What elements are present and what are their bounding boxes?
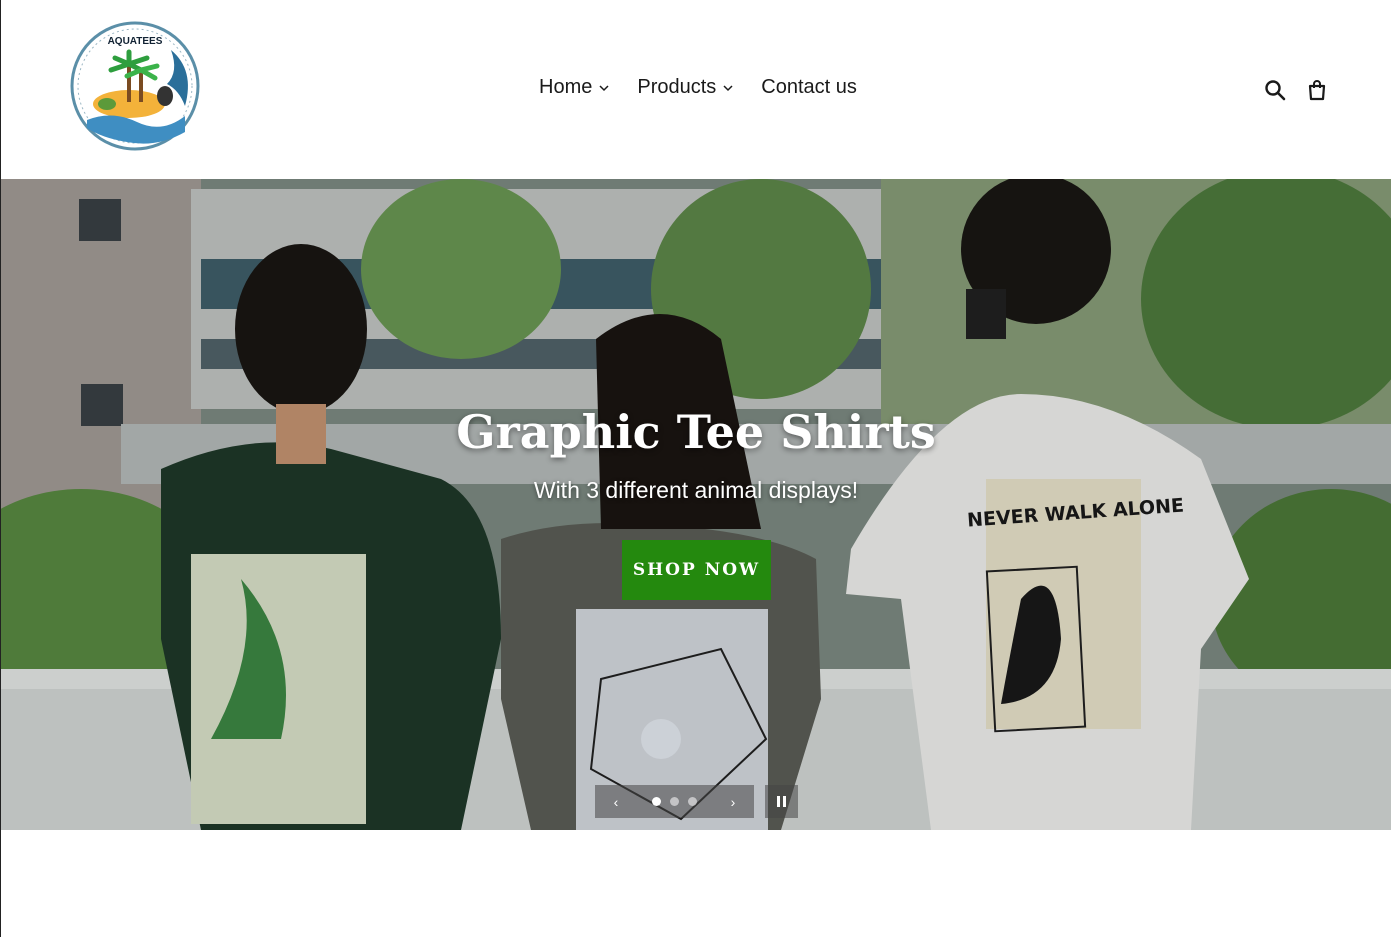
shop-now-button[interactable]: SHOP NOW bbox=[622, 540, 771, 600]
pause-slideshow-button[interactable] bbox=[765, 785, 798, 818]
slide-dot-1[interactable] bbox=[652, 797, 661, 806]
pause-icon bbox=[777, 796, 780, 807]
svg-text:AQUATEES: AQUATEES bbox=[108, 36, 163, 47]
site-header: AQUATEES Home Products Contact us bbox=[1, 0, 1391, 179]
nav-products-label: Products bbox=[637, 76, 717, 98]
cart-icon[interactable] bbox=[1305, 78, 1329, 102]
slide-dot-3[interactable] bbox=[688, 797, 697, 806]
nav-products[interactable]: Products bbox=[637, 76, 734, 99]
hero-title: Graphic Tee Shirts bbox=[456, 405, 936, 459]
slide-dot-2[interactable] bbox=[670, 797, 679, 806]
nav-home-label: Home bbox=[539, 76, 593, 98]
chevron-down-icon bbox=[723, 84, 733, 91]
store-logo[interactable]: AQUATEES bbox=[67, 20, 203, 152]
search-icon[interactable] bbox=[1263, 78, 1287, 102]
hero-subtitle: With 3 different animal displays! bbox=[533, 477, 859, 503]
hero-slideshow: NEVER WALK ALONE Graphic Tee Shirts With… bbox=[1, 179, 1391, 830]
slideshow-controls: ‹ › bbox=[595, 785, 754, 818]
nav-contact[interactable]: Contact us bbox=[761, 76, 857, 99]
previous-slide-icon[interactable]: ‹ bbox=[609, 794, 623, 810]
nav-home[interactable]: Home bbox=[539, 76, 610, 99]
hero-overlay bbox=[1, 179, 1391, 830]
nav-contact-label: Contact us bbox=[761, 76, 857, 98]
header-actions bbox=[1263, 78, 1329, 102]
next-slide-icon[interactable]: › bbox=[726, 794, 740, 810]
slide-dots bbox=[652, 797, 697, 806]
main-nav: Home Products Contact us bbox=[539, 76, 857, 99]
chevron-down-icon bbox=[599, 84, 609, 91]
